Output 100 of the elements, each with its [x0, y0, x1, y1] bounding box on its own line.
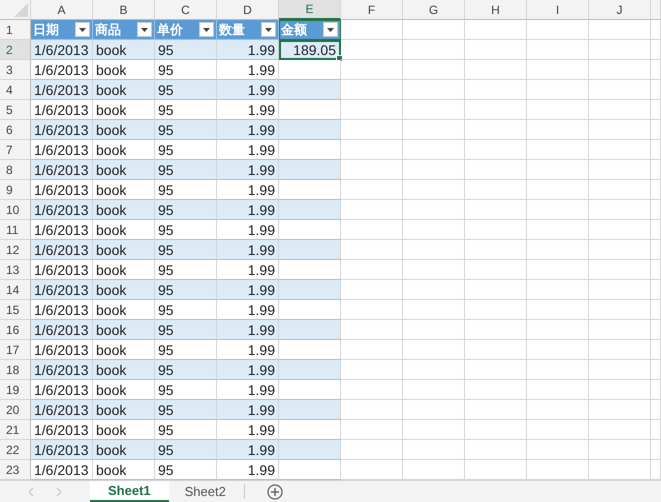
- column-header[interactable]: A: [31, 0, 93, 20]
- empty-cell: [589, 40, 651, 60]
- empty-cell: [651, 340, 661, 360]
- row-header[interactable]: 13: [0, 260, 31, 280]
- empty-cell: [403, 160, 465, 180]
- table-cell: 1/6/2013: [31, 340, 93, 360]
- table-cell: 95: [155, 100, 217, 120]
- empty-cell: [465, 40, 527, 60]
- caret-icon: [79, 28, 86, 32]
- table-cell: 95: [155, 220, 217, 240]
- empty-cell: [589, 60, 651, 80]
- table-cell: 95: [155, 260, 217, 280]
- column-header[interactable]: I: [527, 0, 589, 20]
- filter-dropdown-button[interactable]: [137, 22, 152, 37]
- column-header[interactable]: G: [403, 0, 465, 20]
- row-header[interactable]: 19: [0, 380, 31, 400]
- table-cell: [279, 400, 341, 420]
- row-header[interactable]: 4: [0, 80, 31, 100]
- row-header[interactable]: 7: [0, 140, 31, 160]
- table-cell: 95: [155, 80, 217, 100]
- table-cell: 1.99: [217, 460, 279, 480]
- table-cell: book: [93, 240, 155, 260]
- row-header[interactable]: 10: [0, 200, 31, 220]
- row-header[interactable]: 21: [0, 420, 31, 440]
- table-cell: 1.99: [217, 100, 279, 120]
- table-cell: 1.99: [217, 40, 279, 60]
- table-cell: book: [93, 140, 155, 160]
- empty-cell: [403, 220, 465, 240]
- table-cell: 95: [155, 460, 217, 480]
- row-header[interactable]: 11: [0, 220, 31, 240]
- row-header[interactable]: 9: [0, 180, 31, 200]
- sheet-tab[interactable]: Sheet1: [90, 481, 169, 502]
- row-header[interactable]: 15: [0, 300, 31, 320]
- table-cell: 1.99: [217, 300, 279, 320]
- table-cell: 1.99: [217, 400, 279, 420]
- empty-cell: [403, 200, 465, 220]
- empty-cell: [403, 240, 465, 260]
- filter-dropdown-button[interactable]: [75, 22, 90, 37]
- row-header[interactable]: 5: [0, 100, 31, 120]
- table-cell: book: [93, 100, 155, 120]
- row-header[interactable]: 6: [0, 120, 31, 140]
- empty-cell: [651, 100, 661, 120]
- empty-cell: [589, 160, 651, 180]
- column-header[interactable]: E: [279, 0, 341, 20]
- empty-cell: [403, 80, 465, 100]
- empty-cell: [465, 440, 527, 460]
- empty-cell: [465, 280, 527, 300]
- empty-cell: [465, 160, 527, 180]
- table-cell: 1/6/2013: [31, 440, 93, 460]
- table-cell: 1/6/2013: [31, 360, 93, 380]
- row-header[interactable]: 20: [0, 400, 31, 420]
- table-cell: book: [93, 340, 155, 360]
- empty-cell: [527, 220, 589, 240]
- empty-cell: [651, 180, 661, 200]
- table-cell: [279, 260, 341, 280]
- empty-cell: [403, 400, 465, 420]
- table-cell: 95: [155, 160, 217, 180]
- empty-cell: [651, 240, 661, 260]
- caret-icon: [141, 28, 148, 32]
- empty-cell: [527, 200, 589, 220]
- table-cell: 95: [155, 420, 217, 440]
- table-cell: book: [93, 300, 155, 320]
- empty-cell: [651, 280, 661, 300]
- row-header[interactable]: 14: [0, 280, 31, 300]
- table-cell: 1/6/2013: [31, 280, 93, 300]
- empty-cell: [465, 300, 527, 320]
- column-title: 金额: [281, 22, 307, 38]
- empty-cell: [527, 240, 589, 260]
- table-cell: book: [93, 220, 155, 240]
- sheet-tab[interactable]: Sheet2: [168, 481, 242, 502]
- column-header[interactable]: F: [341, 0, 403, 20]
- table-cell: book: [93, 360, 155, 380]
- row-header[interactable]: 2: [0, 40, 31, 60]
- table-cell: [279, 200, 341, 220]
- filter-dropdown-button[interactable]: [261, 22, 276, 37]
- column-header[interactable]: J: [589, 0, 651, 20]
- column-header[interactable]: B: [93, 0, 155, 20]
- table-cell: [279, 180, 341, 200]
- row-header[interactable]: 22: [0, 440, 31, 460]
- empty-cell: [465, 20, 527, 40]
- row-header[interactable]: 17: [0, 340, 31, 360]
- row-header[interactable]: 8: [0, 160, 31, 180]
- column-header[interactable]: D: [217, 0, 279, 20]
- empty-cell: [465, 360, 527, 380]
- column-header[interactable]: H: [465, 0, 527, 20]
- chevron-right-icon: [56, 488, 61, 496]
- row-header[interactable]: 16: [0, 320, 31, 340]
- filter-dropdown-button[interactable]: [199, 22, 214, 37]
- table-cell: 95: [155, 200, 217, 220]
- row-header[interactable]: 12: [0, 240, 31, 260]
- row-header[interactable]: 18: [0, 360, 31, 380]
- filter-dropdown-button[interactable]: [323, 22, 338, 37]
- table-cell: 1/6/2013: [31, 420, 93, 440]
- row-header[interactable]: 1: [0, 20, 31, 40]
- column-header[interactable]: C: [155, 0, 217, 20]
- empty-cell: [651, 40, 661, 60]
- empty-cell: [589, 440, 651, 460]
- row-header[interactable]: 23: [0, 460, 31, 480]
- row-header[interactable]: 3: [0, 60, 31, 80]
- table-cell: 95: [155, 380, 217, 400]
